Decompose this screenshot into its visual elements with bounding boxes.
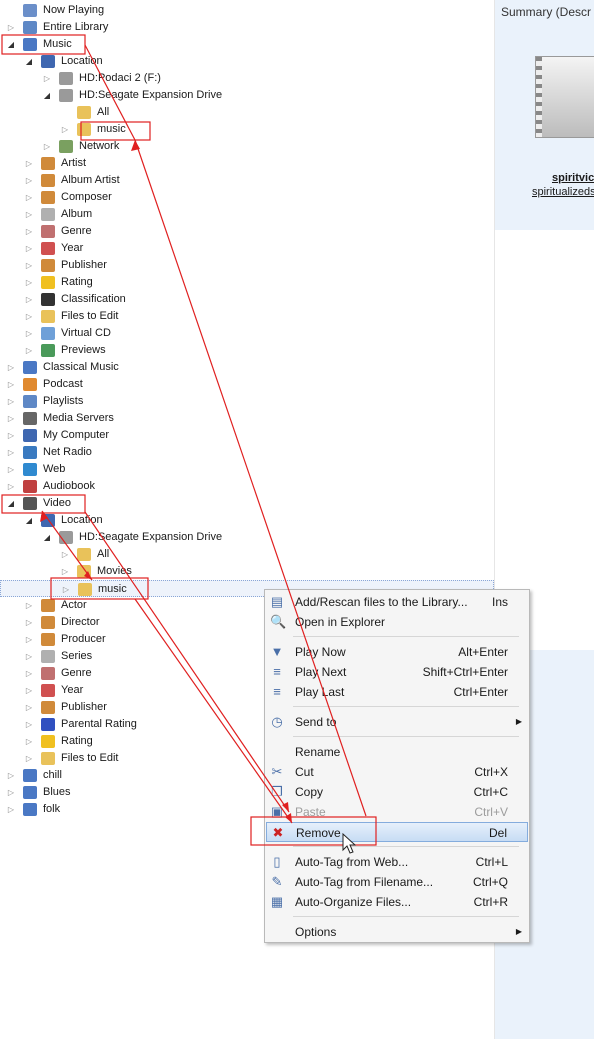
annotation-overlay — [1, 34, 377, 854]
annotation-box-remove — [250, 816, 377, 846]
annotation-box-music-folder — [80, 121, 151, 141]
annotation-box-music — [1, 34, 86, 55]
mouse-cursor — [342, 832, 357, 854]
annotation-line-4 — [84, 511, 290, 813]
annotation-line-2 — [134, 139, 367, 817]
annotation-line-3 — [41, 510, 93, 581]
annotation-line-1 — [84, 44, 136, 141]
annotation-line-5 — [134, 598, 293, 824]
annotation-box-video — [1, 494, 86, 514]
annotation-box-video-music-folder — [50, 577, 149, 600]
annotation-arrowhead-2 — [84, 571, 92, 580]
